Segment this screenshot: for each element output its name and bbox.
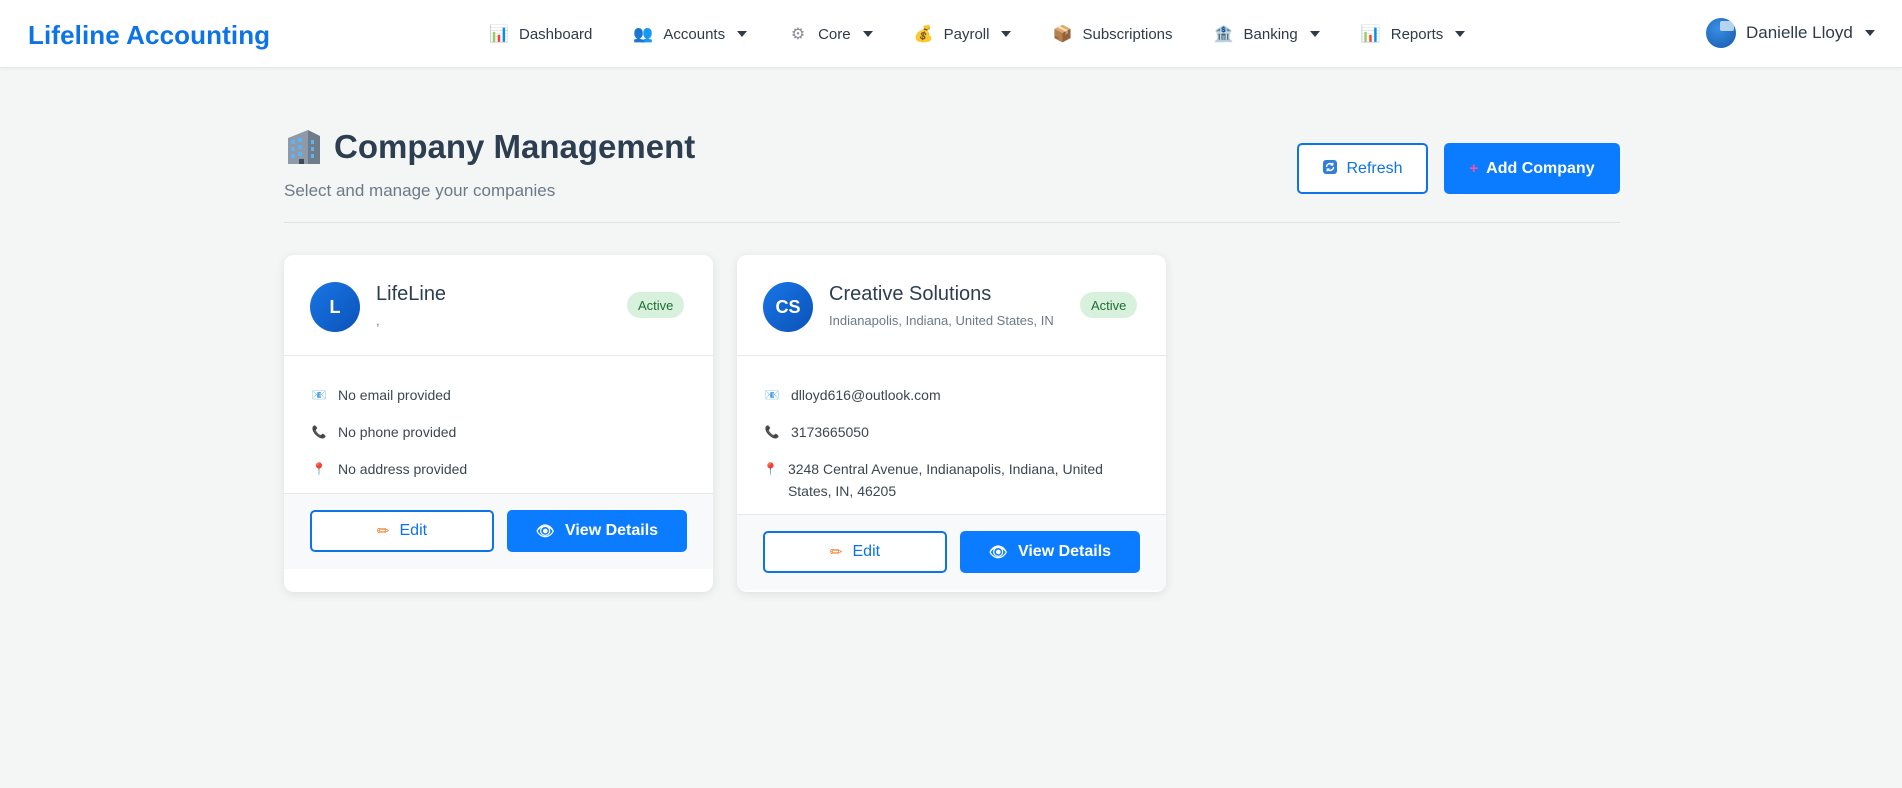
nav-item-label: Subscriptions <box>1082 25 1173 43</box>
company-location: , <box>376 313 380 328</box>
pin-icon: 📍 <box>311 462 327 476</box>
view-details-label: View Details <box>564 522 659 539</box>
view-details-label: View Details <box>1017 543 1112 560</box>
caret-down-icon <box>737 31 748 37</box>
add-company-button[interactable]: + Add Company <box>1444 143 1620 194</box>
company-address: 3248 Central Avenue, Indianapolis, India… <box>787 461 1103 499</box>
phone-icon: 📞 <box>764 425 780 439</box>
card-footer: ✏ Edit 👁 View Details <box>737 514 1166 590</box>
nav-item-label: Dashboard <box>519 25 593 43</box>
report-chart-icon: 📊 <box>1360 26 1381 43</box>
phone-icon: 📞 <box>311 425 327 439</box>
package-icon: 📦 <box>1052 26 1073 43</box>
brand-logo[interactable]: Lifeline Accounting <box>28 20 270 51</box>
nav-item-label: Payroll <box>943 25 990 43</box>
gear-icon: ⚙ <box>790 26 806 43</box>
phone-row: 📞 No phone provided <box>310 421 690 443</box>
phone-row: 📞 3173665050 <box>763 421 1123 443</box>
pin-icon: 📍 <box>763 462 778 476</box>
company-info: 📧 No email provided 📞 No phone provided … <box>310 384 690 495</box>
user-menu[interactable]: Danielle Lloyd <box>1706 18 1875 48</box>
view-details-button[interactable]: 👁 View Details <box>507 510 687 552</box>
nav-item-banking[interactable]: 🏦 Banking <box>1213 20 1320 48</box>
caret-down-icon <box>1309 31 1320 37</box>
email-icon: 📧 <box>764 388 780 402</box>
add-company-button-label: Add Company <box>1486 159 1595 177</box>
view-details-button[interactable]: 👁 View Details <box>960 531 1140 573</box>
refresh-button[interactable]: Refresh <box>1297 143 1428 194</box>
page-title: Company Management <box>334 128 696 165</box>
nav-item-accounts[interactable]: 👥 Accounts <box>632 20 748 48</box>
bar-chart-icon: 📊 <box>489 26 509 43</box>
status-badge: Active <box>1080 292 1138 318</box>
status-badge: Active <box>627 292 685 318</box>
card-footer: ✏ Edit 👁 View Details <box>284 493 713 569</box>
nav-item-reports[interactable]: 📊 Reports <box>1360 20 1466 48</box>
caret-down-icon <box>1864 30 1875 36</box>
company-logo: L <box>310 282 360 332</box>
caret-down-icon <box>1455 31 1466 37</box>
email-row: 📧 dlloyd616@outlook.com <box>763 384 1123 406</box>
email-icon: 📧 <box>311 388 327 402</box>
refresh-icon <box>1322 159 1338 179</box>
nav-item-label: Core <box>818 25 851 43</box>
nav-item-label: Accounts <box>663 25 726 43</box>
avatar <box>1706 18 1736 48</box>
email-row: 📧 No email provided <box>310 384 690 406</box>
company-name: Creative Solutions <box>829 283 992 305</box>
caret-down-icon <box>862 31 873 37</box>
plus-icon: + <box>1469 160 1479 177</box>
edit-button[interactable]: ✏ Edit <box>763 531 947 573</box>
company-card[interactable]: CS Creative Solutions Indianapolis, Indi… <box>737 255 1166 592</box>
company-phone: No phone provided <box>338 424 457 440</box>
nav-item-core[interactable]: ⚙ Core <box>787 20 873 48</box>
company-address: No address provided <box>338 461 468 477</box>
company-phone: 3173665050 <box>791 424 869 440</box>
nav-item-subscriptions[interactable]: 📦 Subscriptions <box>1051 20 1173 48</box>
address-row: 📍 No address provided <box>310 458 690 480</box>
company-card[interactable]: L LifeLine , Active 📧 No email provided … <box>284 255 713 592</box>
nav-item-label: Reports <box>1390 25 1444 43</box>
eye-icon: 👁 <box>988 544 1008 561</box>
caret-down-icon <box>1001 31 1012 37</box>
refresh-button-label: Refresh <box>1346 159 1403 177</box>
company-info: 📧 dlloyd616@outlook.com 📞 3173665050 📍 3… <box>763 384 1123 517</box>
office-building-icon <box>288 130 320 164</box>
eye-icon: 👁 <box>535 523 555 540</box>
main-nav: 📊 Dashboard 👥 Accounts ⚙ Core 💰 Payroll … <box>488 20 1505 48</box>
company-logo: CS <box>763 282 813 332</box>
pencil-icon: ✏ <box>829 544 843 561</box>
address-row: 📍 3248 Central Avenue, Indianapolis, Ind… <box>763 458 1123 502</box>
edit-button-label: Edit <box>399 522 428 539</box>
pencil-icon: ✏ <box>376 523 390 540</box>
people-icon: 👥 <box>633 26 654 43</box>
nav-item-dashboard[interactable]: 📊 Dashboard <box>488 20 592 48</box>
edit-button-label: Edit <box>852 543 881 560</box>
nav-item-payroll[interactable]: 💰 Payroll <box>913 20 1012 48</box>
divider <box>284 222 1620 223</box>
edit-button[interactable]: ✏ Edit <box>310 510 494 552</box>
company-email: No email provided <box>338 387 451 403</box>
page-subtitle: Select and manage your companies <box>284 181 556 200</box>
company-name: LifeLine <box>376 283 447 305</box>
top-navbar: Lifeline Accounting 📊 Dashboard 👥 Accoun… <box>0 0 1902 68</box>
company-email: dlloyd616@outlook.com <box>791 387 941 403</box>
company-location: Indianapolis, Indiana, United States, IN <box>829 313 1054 328</box>
user-name: Danielle Lloyd <box>1746 23 1853 42</box>
money-bag-icon: 💰 <box>913 26 934 43</box>
nav-item-label: Banking <box>1243 25 1298 43</box>
bank-icon: 🏦 <box>1213 26 1234 43</box>
